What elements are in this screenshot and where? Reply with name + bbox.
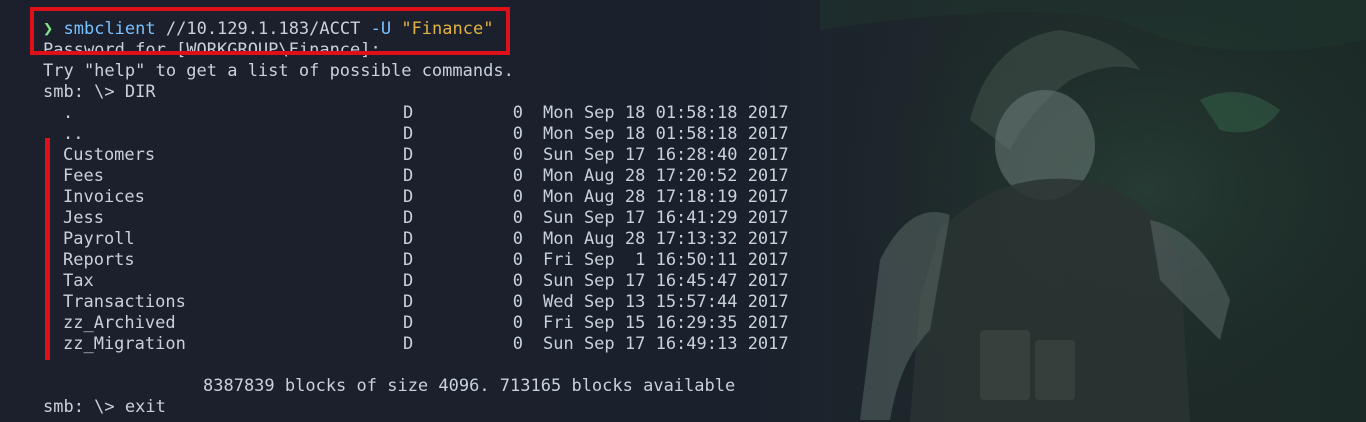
- entry-date: Mon Sep 18 01:58:18 2017: [543, 103, 789, 123]
- entry-size: 0: [512, 334, 523, 354]
- command-program: smbclient: [63, 19, 156, 39]
- exit-command: smb: \> exit: [43, 397, 166, 417]
- listing-row: Reports D 0 Fri Sep 1 16:50:11 2017: [43, 250, 943, 271]
- entry-type: D: [403, 187, 414, 207]
- entry-name: zz_Archived: [63, 313, 176, 333]
- entry-size: 0: [512, 166, 523, 186]
- entry-type: D: [403, 145, 414, 165]
- password-prompt: Password for [WORKGROUP\Finance]:: [43, 40, 381, 60]
- listing-row: zz_Archived D 0 Fri Sep 15 16:29:35 2017: [43, 313, 943, 334]
- prompt-arrow-icon: ❯: [43, 19, 54, 39]
- entry-size: 0: [512, 187, 523, 207]
- entry-name: Payroll: [63, 229, 135, 249]
- command-user: "Finance": [401, 19, 494, 39]
- entry-date: Mon Aug 28 17:13:32 2017: [543, 229, 789, 249]
- listing-row: Invoices D 0 Mon Aug 28 17:18:19 2017: [43, 187, 943, 208]
- entry-type: D: [403, 313, 414, 333]
- entry-type: D: [403, 334, 414, 354]
- entry-size: 0: [512, 103, 523, 123]
- entry-size: 0: [512, 124, 523, 144]
- entry-name: Tax: [63, 271, 94, 291]
- entry-date: Mon Aug 28 17:20:52 2017: [543, 166, 789, 186]
- entry-size: 0: [512, 250, 523, 270]
- entry-size: 0: [512, 292, 523, 312]
- entry-date: Wed Sep 13 15:57:44 2017: [543, 292, 789, 312]
- entry-size: 0: [512, 313, 523, 333]
- blocks-summary: 8387839 blocks of size 4096. 713165 bloc…: [203, 376, 736, 396]
- entry-name: zz_Migration: [63, 334, 186, 354]
- listing-row: Customers D 0 Sun Sep 17 16:28:40 2017: [43, 145, 943, 166]
- listing-row: Fees D 0 Mon Aug 28 17:20:52 2017: [43, 166, 943, 187]
- entry-size: 0: [512, 145, 523, 165]
- entry-type: D: [403, 250, 414, 270]
- entry-date: Fri Sep 1 16:50:11 2017: [543, 250, 789, 270]
- listing-row: Payroll D 0 Mon Aug 28 17:13:32 2017: [43, 229, 943, 250]
- listing-row: Transactions D 0 Wed Sep 13 15:57:44 2017: [43, 292, 943, 313]
- terminal-window[interactable]: ❯ smbclient //10.129.1.183/ACCT -U "Fina…: [0, 0, 1366, 422]
- terminal-output: ❯ smbclient //10.129.1.183/ACCT -U "Fina…: [43, 19, 943, 418]
- entry-size: 0: [512, 229, 523, 249]
- entry-type: D: [403, 292, 414, 312]
- command-flag: -U: [370, 19, 392, 39]
- entry-date: Sun Sep 17 16:28:40 2017: [543, 145, 789, 165]
- listing-row: zz_Migration D 0 Sun Sep 17 16:49:13 2017: [43, 334, 943, 355]
- entry-name: Reports: [63, 250, 135, 270]
- entry-date: Mon Sep 18 01:58:18 2017: [543, 124, 789, 144]
- dir-command: smb: \> DIR: [43, 82, 156, 102]
- entry-name: Fees: [63, 166, 104, 186]
- entry-date: Sun Sep 17 16:49:13 2017: [543, 334, 789, 354]
- listing-row: .. D 0 Mon Sep 18 01:58:18 2017: [43, 124, 943, 145]
- entry-date: Fri Sep 15 16:29:35 2017: [543, 313, 789, 333]
- entry-name: Invoices: [63, 187, 145, 207]
- entry-name: Customers: [63, 145, 156, 165]
- entry-size: 0: [512, 271, 523, 291]
- directory-listing: . D 0 Mon Sep 18 01:58:18 2017.. D 0 Mon Sep 1…: [43, 103, 943, 355]
- entry-name: Transactions: [63, 292, 186, 312]
- entry-name: .: [63, 103, 74, 123]
- entry-type: D: [403, 124, 414, 144]
- entry-type: D: [403, 208, 414, 228]
- listing-row: Jess D 0 Sun Sep 17 16:41:29 2017: [43, 208, 943, 229]
- entry-name: ..: [63, 124, 84, 144]
- help-hint: Try "help" to get a list of possible com…: [43, 61, 514, 81]
- entry-name: Jess: [63, 208, 104, 228]
- command-target: //10.129.1.183/ACCT: [165, 19, 361, 39]
- entry-date: Sun Sep 17 16:41:29 2017: [543, 208, 789, 228]
- listing-row: Tax D 0 Sun Sep 17 16:45:47 2017: [43, 271, 943, 292]
- entry-type: D: [403, 229, 414, 249]
- entry-type: D: [403, 166, 414, 186]
- entry-size: 0: [512, 208, 523, 228]
- entry-date: Mon Aug 28 17:18:19 2017: [543, 187, 789, 207]
- entry-type: D: [403, 103, 414, 123]
- command-line: ❯ smbclient //10.129.1.183/ACCT -U "Fina…: [43, 19, 943, 40]
- entry-date: Sun Sep 17 16:45:47 2017: [543, 271, 789, 291]
- entry-type: D: [403, 271, 414, 291]
- listing-row: . D 0 Mon Sep 18 01:58:18 2017: [43, 103, 943, 124]
